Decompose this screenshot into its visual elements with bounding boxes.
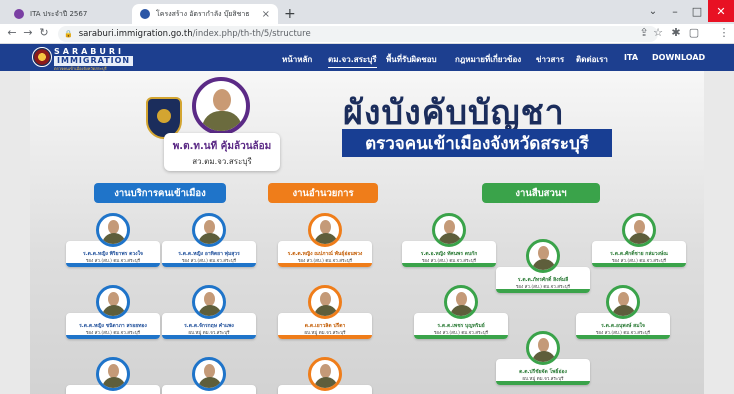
staff-photo [308,213,342,247]
staff-role: รอง สว.(สบ.) ตม.จว.สระบุรี [85,331,141,336]
staff-photo [96,357,130,391]
staff-card-partial [66,357,160,394]
staff-card: ร.ต.ต.เพชร บุญทริมย์ รอง สว.(สบ.) ตม.จว.… [414,285,508,339]
staff-card: ร.ต.ต.จักรกฤษ คำแพง ผบ.หมู่ ตม.จว.สระบุร… [162,285,256,339]
staff-card: ร.ต.ต.อนุพงษ์ สมใจ รอง สว.(สบ.) ตม.จว.สร… [576,285,670,339]
nav-ita[interactable]: ITA [624,53,638,62]
poster-subtitle: ตรวจคนเข้าเมืองจังหวัดสระบุรี [342,129,612,157]
bookmark-star-icon[interactable]: ☆ [650,26,666,39]
staff-card: ร.ต.อ.หญิง ทัศนพร ตบกัก รอง สว.(สบ.) ตม.… [402,213,496,267]
staff-role: ผบ.หมู่ ตม.จว.สระบุรี [522,377,564,382]
staff-photo [192,357,226,391]
staff-photo [526,331,560,365]
staff-card: ร.ต.ต.ภัทรศักดิ์ สิงห์มลี รอง สว.(สบ.) ต… [496,239,590,293]
browser-tab-bar: ITA ประจำปี 2567 × โครงสร้าง อัตรากำลัง … [0,0,734,24]
side-panel-icon[interactable]: ▢ [686,26,702,39]
staff-card-partial [162,357,256,394]
tab-favicon-icon [14,9,24,19]
back-arrow-icon[interactable]: ← [4,26,20,39]
staff-photo [606,285,640,319]
browser-toolbar: ← → ↻ 🔒 saraburi.immigration.go.th/index… [0,24,734,44]
maximize-window-icon[interactable]: □ [686,0,708,22]
chief-name: พ.ต.ท.นที คุ้มล้วนล้อม [172,141,272,152]
staff-role: รอง สว.(สบ.) ตม.จว.สระบุรี [297,259,353,264]
staff-photo [192,285,226,319]
staff-card-partial [278,357,372,394]
staff-card: ด.ต.เยาวลิด ปรีดา ผบ.หมู่ ตม.จว.สระบุรี [278,285,372,339]
staff-photo [622,213,656,247]
close-tab-icon[interactable]: × [262,9,270,20]
staff-photo [432,213,466,247]
nav-home[interactable]: หน้าหลัก [282,53,312,66]
staff-role: รอง สว.(สบ.) ตม.จว.สระบุรี [433,331,489,336]
new-tab-icon[interactable]: + [284,6,296,22]
chief-photo [192,77,250,135]
close-window-icon[interactable]: ✕ [708,0,734,22]
staff-photo [308,357,342,391]
staff-photo [308,285,342,319]
staff-role: รอง สว.(สบ.) ตม.จว.สระบุรี [595,331,651,336]
reload-icon[interactable]: ↻ [36,26,52,39]
staff-card: ด.ต.ปรีชัยจัด โพธิ์อ่อง ผบ.หมู่ ตม.จว.สร… [496,331,590,385]
staff-role: รอง สว.(สบ.) ตม.จว.สระบุรี [515,285,571,290]
staff-photo [192,213,226,247]
section-investigation: งานสืบสวนฯ [482,183,600,203]
staff-card: ร.ต.ต.ศักดิ์ชาย กล่มวงษ์ณ รอง สว.(สบ.) ต… [592,213,686,267]
nav-contact[interactable]: ติดต่อเรา [576,53,608,66]
nav-area[interactable]: พื้นที่รับผิดชอบ [386,53,437,66]
tab-title: ITA ประจำปี 2567 [30,9,88,18]
staff-photo [96,285,130,319]
tab-favicon-icon [140,9,150,19]
staff-photo [96,213,130,247]
site-logo[interactable]: SARABURI IMMIGRATION ตรวจคนเข้าเมืองจังห… [54,47,134,71]
browser-menu-icon[interactable]: ⋮ [716,26,732,39]
staff-role: ผบ.หมู่ ตม.จว.สระบุรี [188,331,230,336]
address-bar[interactable]: 🔒 saraburi.immigration.go.th/index.php/t… [58,26,658,42]
staff-role: รอง สว.(สบ.) ตม.จว.สระบุรี [181,259,237,264]
forward-arrow-icon[interactable]: → [20,26,36,39]
site-header: SARABURI IMMIGRATION ตรวจคนเข้าเมืองจังห… [0,44,734,71]
staff-role: ผบ.หมู่ ตม.จว.สระบุรี [304,331,346,336]
url-host: saraburi.immigration.go.th [78,29,193,39]
logo-text-main: IMMIGRATION [54,56,134,66]
minimize-window-icon[interactable]: – [664,0,686,22]
url-path: /index.php/th-th/5/structure [192,29,311,39]
logo-text-top: SARABURI [54,47,125,56]
staff-role: รอง สว.(สบ.) ตม.จว.สระบุรี [421,259,477,264]
chief-card: พ.ต.ท.นที คุ้มล้วนล้อม สว.ตม.จว.สระบุรี [164,133,280,171]
nav-saraburi-office[interactable]: ตม.จว.สระบุรี [328,53,377,68]
section-administration: งานอำนวยการ [268,183,378,203]
section-immigration-service: งานบริการคนเข้าเมือง [94,183,226,203]
staff-card: ร.ต.ต.หญิง อาทิตยา พุ่มสุวร รอง สว.(สบ.)… [162,213,256,267]
chief-title: สว.ตม.จว.สระบุรี [192,157,252,166]
staff-role: รอง สว.(สบ.) ตม.จว.สระบุรี [85,259,141,264]
staff-photo [444,285,478,319]
nav-download[interactable]: DOWNLOAD [652,53,705,62]
tab-search-chevron-icon[interactable]: ⌄ [642,0,664,22]
nav-laws[interactable]: กฎหมายที่เกี่ยวข้อง [455,53,521,66]
staff-card: ร.ต.ต.หญิง ณปภาณ์ พันธุ์อ่อนพวง รอง สว.(… [278,213,372,267]
staff-photo [526,239,560,273]
extensions-icon[interactable]: ✱ [668,26,684,39]
staff-role: รอง สว.(สบ.) ตม.จว.สระบุรี [611,259,667,264]
tab-title: โครงสร้าง อัตรากำลัง บุ๊ยสิชาธ [156,9,250,18]
lock-icon[interactable]: 🔒 [64,30,73,38]
nav-news[interactable]: ข่าวสาร [536,53,564,66]
page-content: ผังบังคับบัญชา ตรวจคนเข้าเมืองจังหวัดสระ… [0,71,734,394]
staff-card: ร.ต.ต.หญิง พิริยาพร ดวงใจ รอง สว.(สบ.) ต… [66,213,160,267]
browser-tab-structure[interactable]: โครงสร้าง อัตรากำลัง บุ๊ยสิชาธ × [132,4,278,24]
staff-card: ร.ต.ต.หญิง ชนิดาภา สรอยทอง รอง สว.(สบ.) … [66,285,160,339]
org-chart-poster: ผังบังคับบัญชา ตรวจคนเข้าเมืองจังหวัดสระ… [30,71,704,394]
immigration-emblem-icon[interactable] [32,47,52,67]
